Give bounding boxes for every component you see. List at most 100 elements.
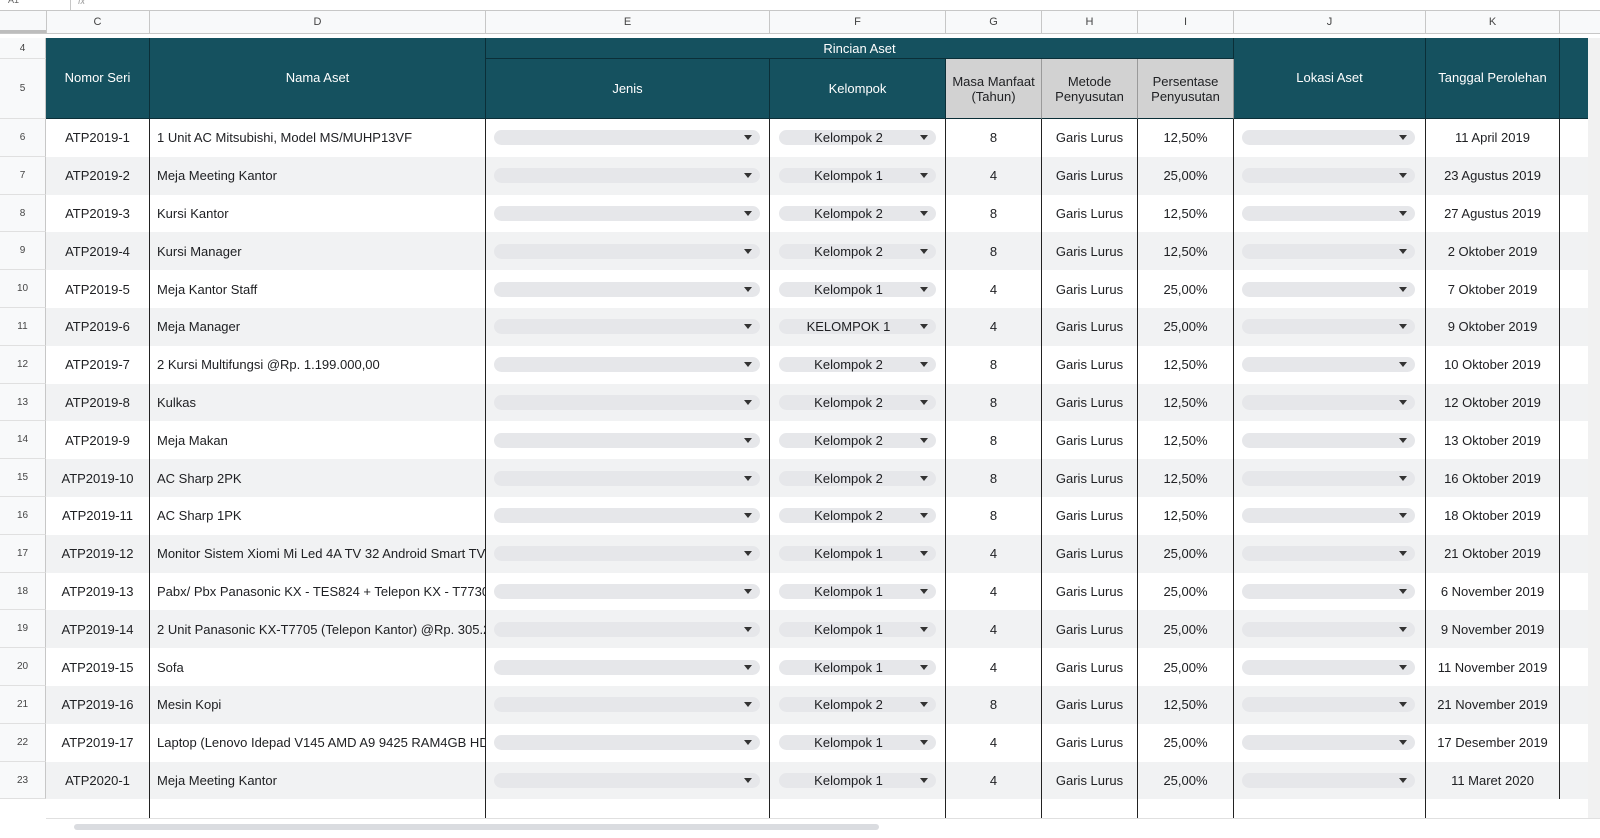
jenis-cell[interactable] [486,459,770,497]
lokasi-aset-cell[interactable] [1234,194,1426,233]
masa-manfaat-cell[interactable]: 8 [946,497,1042,535]
persentase-penyusutan-cell[interactable]: 25,00% [1138,270,1234,308]
metode-penyusutan-cell[interactable]: Garis Lurus [1042,194,1138,233]
nama-aset-cell[interactable]: Meja Makan [150,421,486,460]
jenis-cell[interactable] [486,232,770,271]
kelompok-dropdown[interactable]: Kelompok 2 [779,697,936,713]
tanggal-perolehan-cell[interactable]: 9 November 2019 [1426,610,1560,649]
lokasi-aset-dropdown[interactable] [1242,735,1415,751]
tanggal-perolehan-cell[interactable]: 11 April 2019 [1426,119,1560,157]
metode-penyusutan-cell[interactable]: Garis Lurus [1042,308,1138,346]
jenis-dropdown[interactable] [494,621,760,637]
row-header[interactable]: 16 [0,497,46,535]
tanggal-perolehan-cell[interactable]: 18 Oktober 2019 [1426,497,1560,535]
row-header[interactable]: 13 [0,383,46,422]
metode-penyusutan-cell[interactable]: Garis Lurus [1042,383,1138,422]
lokasi-aset-cell[interactable] [1234,534,1426,573]
persentase-penyusutan-cell[interactable]: 12,50% [1138,119,1234,157]
nama-aset-cell[interactable]: Pabx/ Pbx Panasonic KX - TES824 + Telepo… [150,572,486,611]
row-header[interactable]: 21 [0,686,46,724]
jenis-dropdown[interactable] [494,508,760,524]
nomor-seri-cell[interactable]: ATP2019-14 [46,610,150,649]
metode-penyusutan-cell[interactable]: Garis Lurus [1042,497,1138,535]
jenis-cell[interactable] [486,345,770,384]
masa-manfaat-cell[interactable]: 8 [946,119,1042,157]
persentase-penyusutan-cell[interactable]: 12,50% [1138,232,1234,271]
kelompok-cell[interactable]: Kelompok 2 [770,345,946,384]
kelompok-cell[interactable]: Kelompok 1 [770,723,946,762]
kelompok-cell[interactable]: Kelompok 1 [770,270,946,308]
lokasi-aset-cell[interactable] [1234,383,1426,422]
column-header-k[interactable]: K [1426,11,1560,33]
masa-manfaat-cell[interactable]: 4 [946,270,1042,308]
persentase-penyusutan-cell[interactable]: 25,00% [1138,572,1234,611]
kelompok-dropdown[interactable]: Kelompok 1 [779,583,936,599]
jenis-dropdown[interactable] [494,583,760,599]
kelompok-dropdown[interactable]: Kelompok 2 [779,243,936,259]
jenis-dropdown[interactable] [494,130,760,146]
jenis-dropdown[interactable] [494,281,760,297]
masa-manfaat-cell[interactable]: 8 [946,686,1042,724]
kelompok-cell[interactable]: Kelompok 2 [770,686,946,724]
jenis-dropdown[interactable] [494,659,760,675]
kelompok-dropdown[interactable]: Kelompok 2 [779,432,936,448]
metode-penyusutan-cell[interactable]: Garis Lurus [1042,686,1138,724]
masa-manfaat-cell[interactable]: 4 [946,761,1042,800]
nama-aset-cell[interactable]: Kursi Kantor [150,194,486,233]
jenis-dropdown[interactable] [494,205,760,221]
lokasi-aset-dropdown[interactable] [1242,205,1415,221]
kelompok-dropdown[interactable]: Kelompok 1 [779,772,936,788]
metode-penyusutan-cell[interactable]: Garis Lurus [1042,572,1138,611]
kelompok-cell[interactable]: Kelompok 1 [770,610,946,649]
persentase-penyusutan-cell[interactable]: 12,50% [1138,421,1234,460]
kelompok-dropdown[interactable]: Kelompok 1 [779,168,936,184]
nomor-seri-cell[interactable]: ATP2019-9 [46,421,150,460]
jenis-dropdown[interactable] [494,432,760,448]
name-box[interactable]: A1 [8,0,19,5]
jenis-dropdown[interactable] [494,243,760,259]
jenis-dropdown[interactable] [494,697,760,713]
nomor-seri-cell[interactable]: ATP2019-5 [46,270,150,308]
lokasi-aset-cell[interactable] [1234,232,1426,271]
nama-aset-cell[interactable]: Laptop (Lenovo Idepad V145 AMD A9 9425 R… [150,723,486,762]
kelompok-cell[interactable]: Kelompok 2 [770,421,946,460]
persentase-penyusutan-cell[interactable]: 12,50% [1138,194,1234,233]
persentase-penyusutan-cell[interactable]: 25,00% [1138,308,1234,346]
lokasi-aset-dropdown[interactable] [1242,659,1415,675]
persentase-penyusutan-cell[interactable]: 25,00% [1138,648,1234,686]
lokasi-aset-dropdown[interactable] [1242,281,1415,297]
jenis-cell[interactable] [486,761,770,800]
nomor-seri-cell[interactable]: ATP2019-10 [46,459,150,497]
masa-manfaat-cell[interactable]: 4 [946,648,1042,686]
nomor-seri-cell[interactable]: ATP2019-11 [46,497,150,535]
nama-aset-cell[interactable]: 2 Unit Panasonic KX-T7705 (Telepon Kanto… [150,610,486,649]
nama-aset-cell[interactable]: Monitor Sistem Xiomi Mi Led 4A TV 32 And… [150,534,486,573]
persentase-penyusutan-cell[interactable]: 25,00% [1138,723,1234,762]
masa-manfaat-cell[interactable]: 8 [946,232,1042,271]
metode-penyusutan-cell[interactable]: Garis Lurus [1042,534,1138,573]
nomor-seri-cell[interactable]: ATP2019-4 [46,232,150,271]
jenis-cell[interactable] [486,383,770,422]
lokasi-aset-cell[interactable] [1234,648,1426,686]
masa-manfaat-cell[interactable]: 8 [946,383,1042,422]
masa-manfaat-cell[interactable]: 8 [946,194,1042,233]
nama-aset-cell[interactable]: Mesin Kopi [150,686,486,724]
row-header[interactable]: 9 [0,232,46,271]
tanggal-perolehan-cell[interactable]: 11 November 2019 [1426,648,1560,686]
row-header[interactable]: 20 [0,648,46,686]
metode-penyusutan-cell[interactable]: Garis Lurus [1042,119,1138,157]
tanggal-perolehan-cell[interactable]: 27 Agustus 2019 [1426,194,1560,233]
persentase-penyusutan-cell[interactable]: 25,00% [1138,156,1234,195]
jenis-cell[interactable] [486,308,770,346]
row-header[interactable]: 23 [0,761,46,800]
masa-manfaat-cell[interactable]: 8 [946,459,1042,497]
masa-manfaat-cell[interactable]: 8 [946,345,1042,384]
tanggal-perolehan-cell[interactable]: 13 Oktober 2019 [1426,421,1560,460]
lokasi-aset-cell[interactable] [1234,156,1426,195]
jenis-cell[interactable] [486,119,770,157]
lokasi-aset-dropdown[interactable] [1242,583,1415,599]
persentase-penyusutan-cell[interactable]: 12,50% [1138,383,1234,422]
kelompok-cell[interactable]: KELOMPOK 1 [770,308,946,346]
kelompok-cell[interactable]: Kelompok 2 [770,459,946,497]
masa-manfaat-cell[interactable]: 8 [946,421,1042,460]
